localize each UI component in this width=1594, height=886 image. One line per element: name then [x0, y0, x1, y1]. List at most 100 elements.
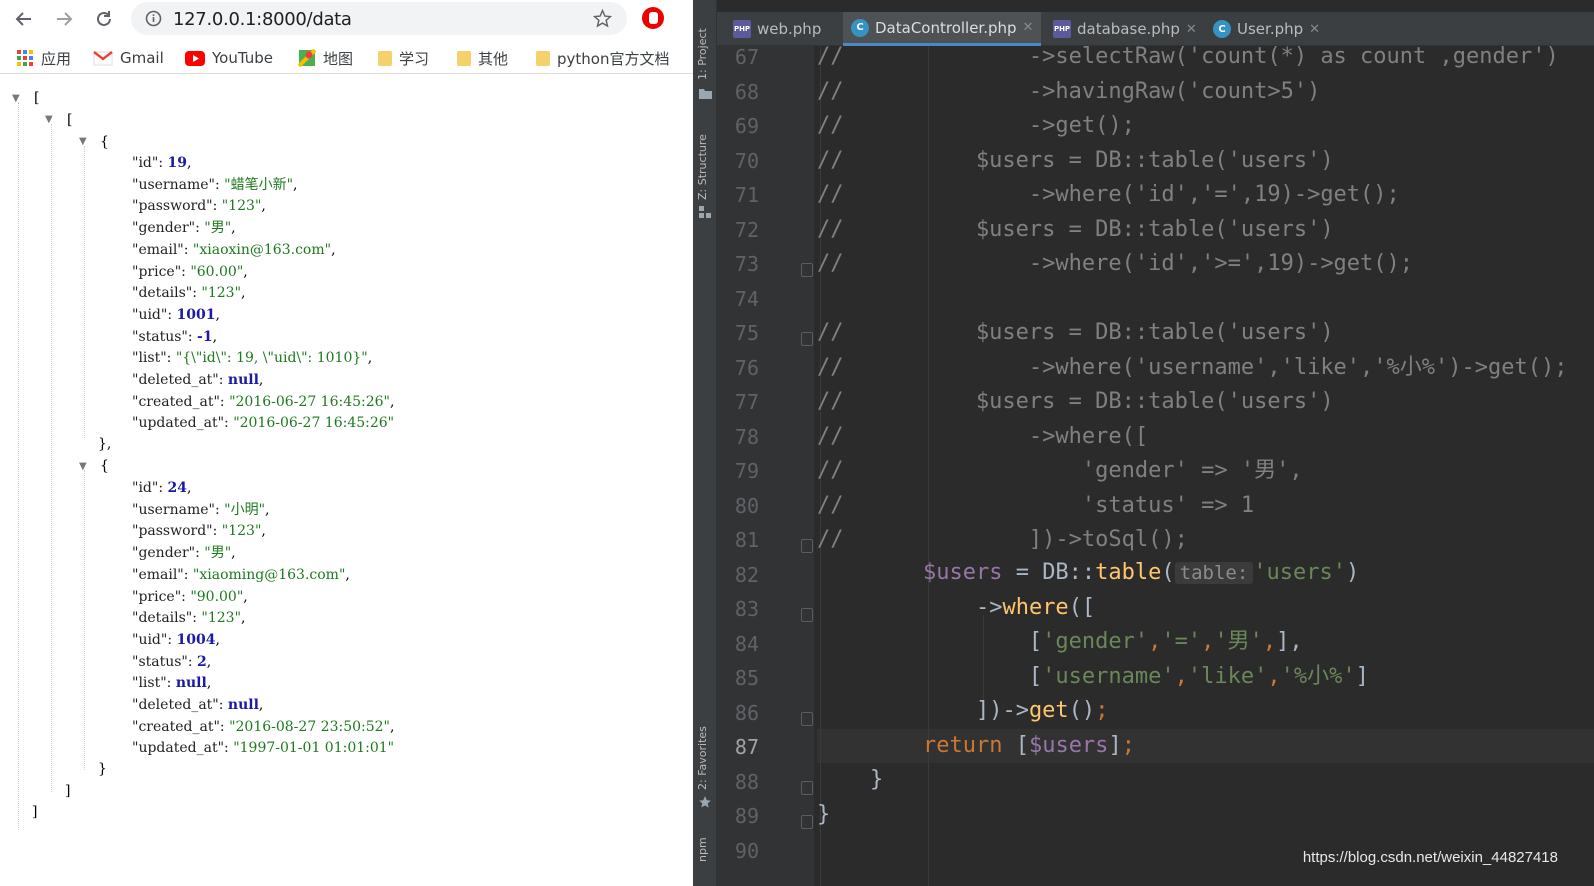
json-key: "created_at": — [132, 718, 230, 735]
line-number: 86 — [734, 700, 759, 725]
tree-guide — [84, 470, 85, 770]
json-bracket-close: ] — [32, 804, 38, 820]
tab-label: web.php — [757, 20, 822, 38]
reload-button[interactable] — [88, 3, 120, 35]
tab-datacontroller-php[interactable]: C DataController.php ✕ — [843, 12, 1042, 46]
json-bracket-close: ] — [65, 783, 71, 799]
json-value: "蜡笔小新" — [224, 176, 294, 193]
json-key: "email": — [132, 566, 193, 583]
line-number: 76 — [734, 355, 759, 380]
bookmark-maps[interactable]: 地图 — [298, 46, 353, 70]
bookmark-gmail[interactable]: Gmail — [93, 46, 164, 70]
line-number: 70 — [734, 148, 759, 173]
code-editor[interactable]: // ->selectRaw('count(*) as count ,gende… — [817, 46, 1594, 886]
bookmark-folder-python-docs[interactable]: python官方文档 — [536, 46, 669, 70]
fold-marker-icon[interactable] — [801, 332, 813, 346]
json-field-details: "details": "123", — [132, 610, 246, 627]
close-icon[interactable]: ✕ — [1309, 22, 1320, 37]
close-icon[interactable]: ✕ — [1023, 20, 1034, 35]
address-bar[interactable]: 127.0.0.1:8000/data — [131, 2, 627, 35]
tab-label: User.php — [1237, 20, 1304, 38]
parameter-hint: table: — [1174, 562, 1254, 584]
code-line-80: // 'status' => 1 — [817, 492, 1255, 518]
folder-icon — [457, 50, 471, 66]
bookmark-apps[interactable]: 应用 — [16, 46, 71, 70]
json-key: "gender": — [132, 545, 205, 562]
youtube-icon — [185, 50, 205, 66]
npm-tool-tab[interactable]: npm — [696, 837, 709, 862]
forward-arrow-icon — [57, 12, 73, 26]
json-key: "price": — [132, 263, 191, 280]
json-value: "90.00" — [190, 588, 244, 605]
back-button[interactable] — [8, 3, 40, 35]
collapse-triangle-icon[interactable]: ▼ — [79, 132, 87, 152]
tab-database-php[interactable]: PHP database.php ✕ — [1045, 12, 1205, 46]
apps-grid-icon — [17, 50, 33, 66]
tool-window-strip: 1: Project Z: Structure 2: Favorites npm — [693, 0, 717, 886]
json-key: "deleted_at": — [132, 697, 228, 713]
project-tool-tab[interactable]: 1: Project — [696, 28, 709, 80]
structure-tool-tab[interactable]: Z: Structure — [696, 134, 709, 200]
json-value: null — [175, 675, 207, 692]
bookmark-star-icon[interactable] — [593, 9, 612, 28]
json-key: "gender": — [132, 220, 205, 237]
collapse-triangle-icon[interactable]: ▼ — [12, 89, 20, 109]
json-field-details: "details": "123", — [132, 285, 246, 302]
code-line-79: // 'gender' => '男', — [817, 458, 1303, 483]
code-line-77: // $users = DB::table('users') — [817, 389, 1334, 414]
collapse-triangle-icon[interactable]: ▼ — [79, 457, 87, 477]
favorites-tool-tab[interactable]: 2: Favorites — [696, 726, 709, 790]
bookmark-folder-study[interactable]: 学习 — [378, 46, 429, 70]
bookmark-youtube[interactable]: YouTube — [185, 46, 273, 70]
json-key: "uid": — [132, 306, 177, 323]
fold-marker-icon[interactable] — [801, 608, 813, 622]
json-field-id: "id": 19, — [132, 155, 192, 171]
json-field-password: "password": "123", — [132, 523, 266, 540]
close-icon[interactable]: ✕ — [1186, 22, 1197, 37]
browser-window: 127.0.0.1:8000/data 应用 Gmail YouTube 地图 — [0, 0, 693, 886]
fold-marker-icon[interactable] — [801, 263, 813, 277]
json-key: "password": — [132, 523, 222, 540]
fold-marker-icon[interactable] — [801, 780, 813, 795]
code-line-71: // ->where('id','=',19)->get(); — [817, 182, 1400, 207]
json-value: "2016-06-27 16:45:26" — [229, 393, 390, 410]
code-line-68: // ->havingRaw('count>5') — [817, 78, 1321, 104]
json-field-id: "id": 24, — [132, 480, 192, 496]
bookmark-label: 应用 — [41, 49, 72, 68]
json-value: "男" — [204, 220, 232, 237]
fold-marker-icon[interactable] — [801, 539, 813, 553]
json-key: "list": — [132, 675, 176, 692]
folder-icon — [378, 50, 392, 66]
line-number: 73 — [734, 252, 759, 276]
line-number: 68 — [734, 79, 759, 104]
bookmark-folder-other[interactable]: 其他 — [457, 46, 508, 70]
line-number: 84 — [734, 631, 759, 656]
tab-user-php[interactable]: C User.php ✕ — [1205, 12, 1328, 46]
url-text[interactable]: 127.0.0.1:8000/data — [173, 9, 352, 30]
forward-button[interactable] — [48, 3, 80, 35]
json-key: "username": — [132, 176, 225, 193]
json-bracket-open: [ — [67, 112, 73, 128]
code-line-87: return [$users]; — [922, 733, 1135, 758]
collapse-triangle-icon[interactable]: ▼ — [45, 110, 53, 130]
bookmark-label: YouTube — [212, 49, 273, 67]
bookmark-label: Gmail — [120, 49, 164, 67]
line-number: 67 — [734, 45, 759, 69]
tab-web-php[interactable]: PHP web.php — [725, 12, 829, 46]
json-key: "id": — [132, 155, 168, 171]
tab-label: DataController.php — [875, 18, 1017, 37]
star-icon — [699, 796, 711, 808]
json-bracket-open: [ — [34, 90, 40, 106]
fold-marker-icon[interactable] — [801, 711, 813, 726]
line-number: 83 — [734, 597, 759, 621]
code-line-88: } — [869, 767, 884, 792]
json-field-status: "status": 2, — [132, 653, 212, 670]
json-field-list: "list": "{\"id\": 19, \"uid\": 1010}", — [132, 350, 373, 367]
adblock-extension-icon[interactable] — [642, 7, 664, 29]
code-line-73: // ->where('id','>=',19)->get(); — [817, 251, 1414, 276]
watermark-text: https://blog.csdn.net/weixin_44827418 — [1302, 849, 1558, 866]
fold-marker-icon[interactable] — [801, 815, 813, 829]
info-icon[interactable] — [145, 10, 162, 27]
line-number: 69 — [734, 114, 759, 138]
json-value: 24 — [167, 480, 187, 496]
